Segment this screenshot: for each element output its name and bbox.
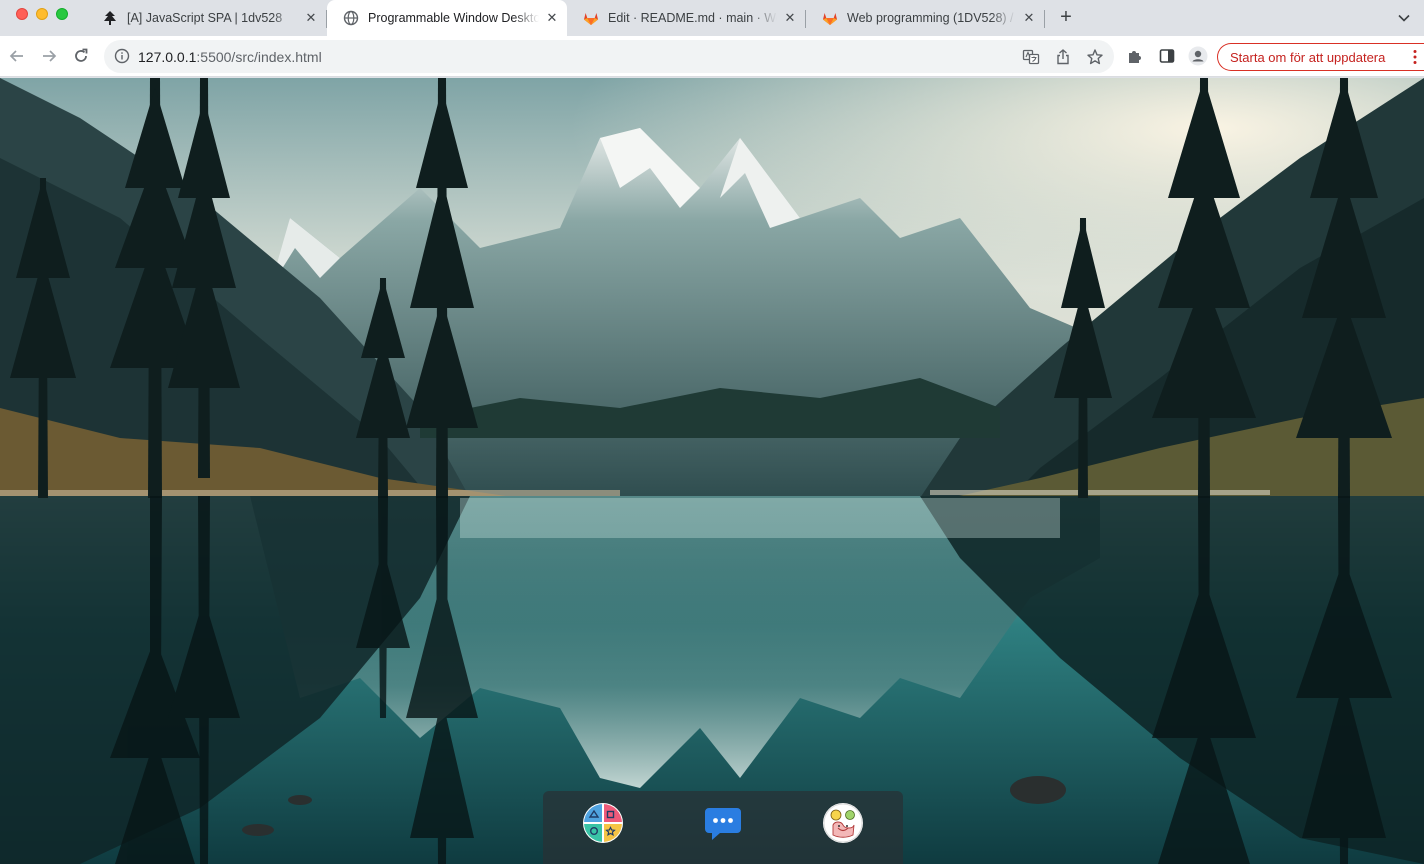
- url-host: 127.0.0.1: [138, 49, 197, 65]
- tab-title: Programmable Window Desktop: [368, 11, 539, 25]
- emoji-app-launcher[interactable]: [823, 803, 863, 843]
- address-bar[interactable]: 127.0.0.1:5500/src/index.html: [104, 40, 1114, 73]
- extensions-puzzle-icon[interactable]: [1125, 46, 1145, 66]
- gitlab-icon: [583, 10, 599, 26]
- forward-button[interactable]: [37, 44, 61, 68]
- gitlab-icon: [822, 10, 838, 26]
- tab-search-button[interactable]: [1396, 10, 1412, 26]
- app-dock: [543, 791, 903, 864]
- browser-toolbar: 127.0.0.1:5500/src/index.html Starta om …: [0, 36, 1424, 77]
- chat-launcher[interactable]: [703, 803, 743, 843]
- tab-title: [A] JavaScript SPA | 1dv528: [127, 11, 283, 25]
- new-tab-button[interactable]: +: [1056, 7, 1076, 28]
- tab-web-programming[interactable]: Web programming (1DV528) / ... ✕: [806, 0, 1044, 36]
- tab-strip: [A] JavaScript SPA | 1dv528 ✕ Programmab…: [0, 0, 1424, 36]
- close-tab-icon[interactable]: ✕: [1020, 9, 1038, 27]
- translate-icon[interactable]: [1022, 48, 1040, 66]
- profile-avatar[interactable]: [1188, 46, 1208, 66]
- close-tab-icon[interactable]: ✕: [302, 9, 320, 27]
- arrow-right-icon: [43, 50, 57, 62]
- tab-divider: [1044, 10, 1045, 28]
- pwd-desktop[interactable]: [0, 78, 1424, 864]
- close-tab-icon[interactable]: ✕: [781, 9, 799, 27]
- window-minimize-button[interactable]: [36, 8, 48, 20]
- share-icon[interactable]: [1054, 48, 1072, 66]
- window-close-button[interactable]: [16, 8, 28, 20]
- tab-edit-readme[interactable]: Edit · README.md · main · Web programmin…: [567, 0, 805, 36]
- site-info-icon[interactable]: [114, 48, 130, 64]
- more-vertical-icon: [1413, 50, 1417, 64]
- chevron-down-icon: [1398, 14, 1410, 22]
- bookmark-star-icon[interactable]: [1086, 48, 1104, 66]
- chat-bubble-icon: [705, 808, 741, 840]
- tab-title: Web programming (1DV528) / ...: [847, 11, 1016, 25]
- emoji-sticker-icon: [823, 803, 863, 843]
- window-maximize-button[interactable]: [56, 8, 68, 20]
- side-panel-icon[interactable]: [1157, 46, 1177, 66]
- tab-title: Edit · README.md · main · Web programmin…: [608, 11, 777, 25]
- globe-icon: [343, 10, 359, 26]
- update-label: Starta om för att uppdatera: [1230, 49, 1386, 65]
- url-text[interactable]: 127.0.0.1:5500/src/index.html: [138, 49, 322, 65]
- tree-logo-icon: [102, 10, 118, 26]
- url-path: :5500/src/index.html: [196, 49, 322, 65]
- close-tab-icon[interactable]: ✕: [543, 9, 561, 27]
- tab-javascript-spa[interactable]: [A] JavaScript SPA | 1dv528 ✕: [86, 0, 326, 36]
- arrow-left-icon: [9, 50, 23, 62]
- wallpaper-image: [0, 78, 1424, 864]
- reload-button[interactable]: [69, 44, 93, 68]
- person-icon: [1188, 46, 1208, 66]
- reload-icon: [75, 48, 88, 62]
- memory-game-launcher[interactable]: [583, 803, 623, 843]
- relaunch-to-update-button[interactable]: Starta om för att uppdatera: [1217, 43, 1424, 71]
- memory-game-icon: [583, 803, 623, 843]
- back-button[interactable]: [5, 44, 29, 68]
- tab-programmable-window-desktop[interactable]: Programmable Window Desktop ✕: [327, 0, 567, 36]
